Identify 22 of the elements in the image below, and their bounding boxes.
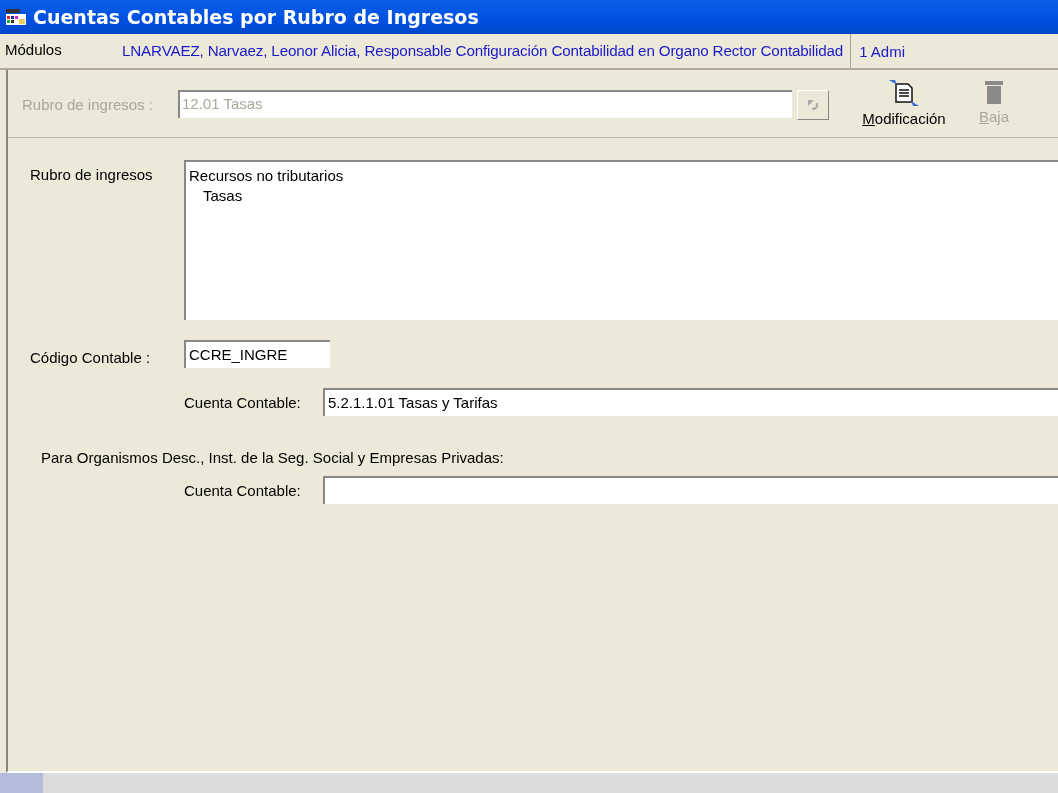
field-label: Cuenta Contable:	[184, 393, 302, 411]
account-field[interactable]	[323, 476, 1058, 504]
status-block	[0, 773, 43, 793]
modules-menu[interactable]: Módulos	[0, 40, 122, 58]
field-label: Cuenta Contable:	[184, 481, 302, 499]
code-field[interactable]: CCRE_INGRE	[184, 340, 330, 368]
trash-icon	[983, 78, 1005, 106]
tree-item[interactable]: Tasas	[189, 186, 1055, 206]
section-label: 1 Admi	[858, 42, 905, 60]
app-icon	[5, 8, 27, 26]
user-info: LNARVAEZ, Narvaez, Leonor Alicia, Responsable Configuración Contabilidad en Organo Rector Contabilidad	[122, 34, 852, 68]
account-field[interactable]: 5.2.1.1.01 Tasas y Tarifas	[323, 388, 1058, 416]
field-label: Rubro de ingresos :	[22, 96, 154, 113]
window-title: Cuentas Contables por Rubro de Ingresos	[33, 6, 479, 28]
section-heading: Para Organismos Desc., Inst. de la Seg. Social y Empresas Privadas:	[40, 449, 505, 466]
lookup-button[interactable]	[797, 90, 829, 120]
document-arrows-icon	[887, 78, 921, 108]
field-label: Rubro de ingresos	[30, 166, 154, 183]
arrow-icon	[806, 98, 820, 112]
tree-item[interactable]: Recursos no tributarios	[189, 166, 1055, 186]
field-label: Código Contable :	[30, 348, 152, 366]
modify-button[interactable]: Modificación	[849, 78, 959, 127]
